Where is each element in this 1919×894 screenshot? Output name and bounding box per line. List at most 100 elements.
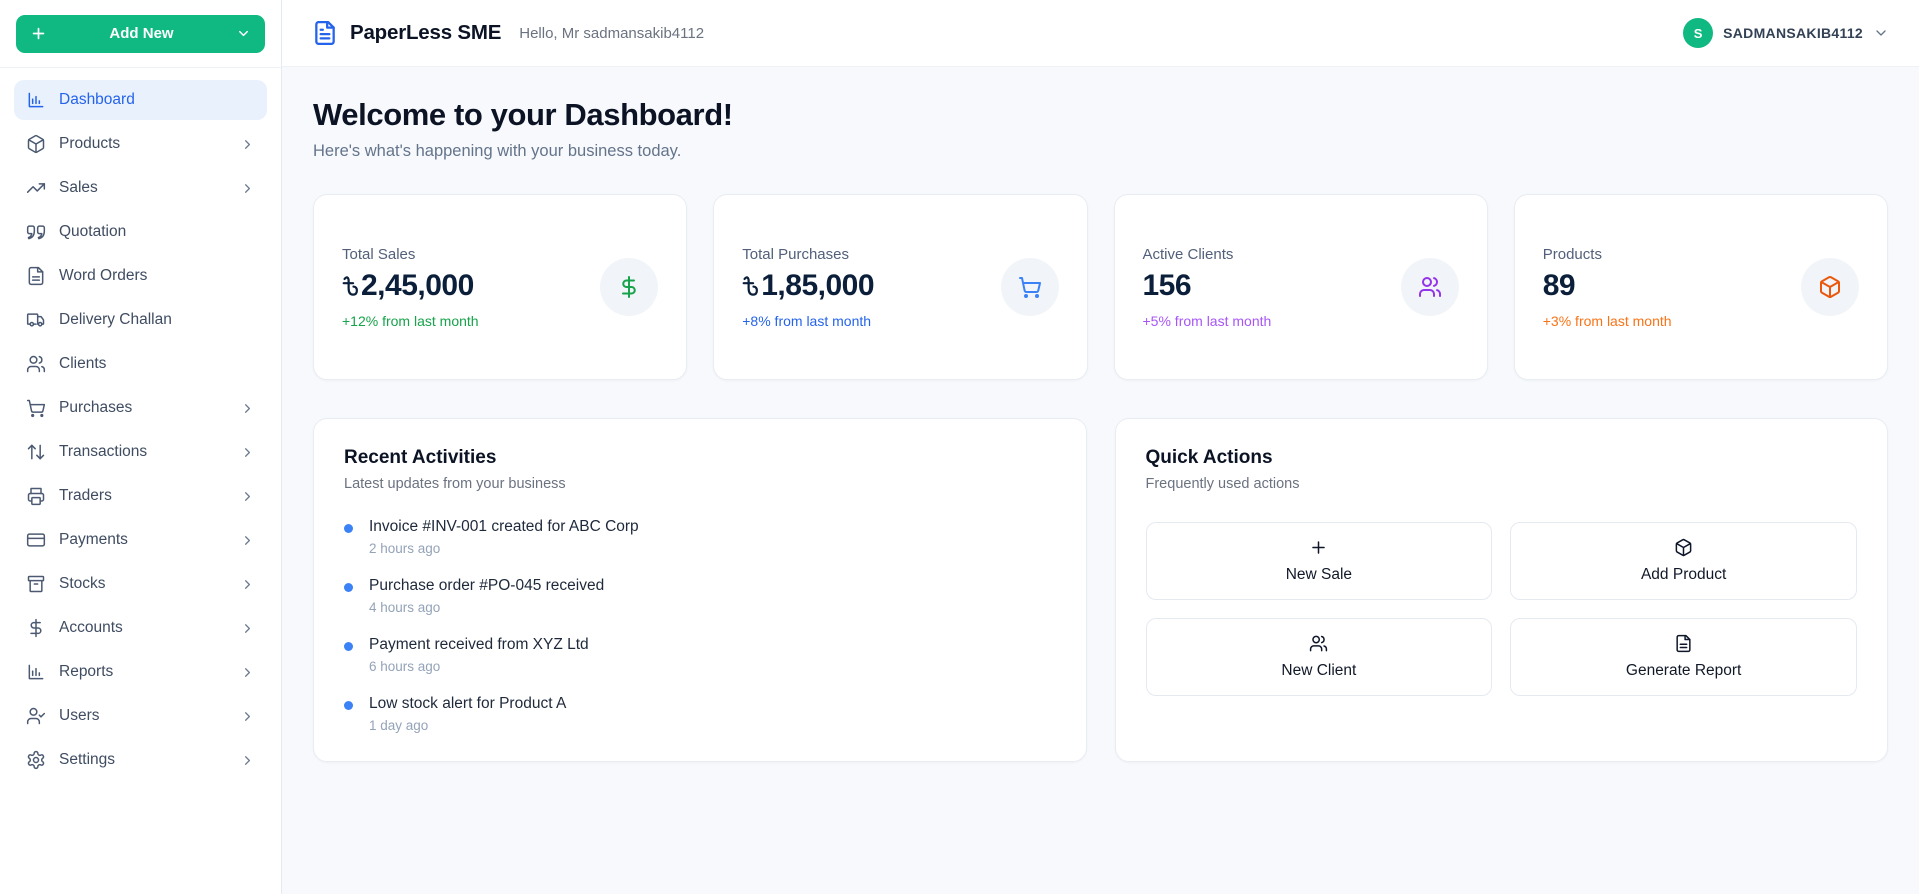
add-new-label: Add New — [47, 25, 236, 42]
quote-icon — [26, 222, 46, 242]
chevron-right-icon — [240, 577, 255, 592]
quick-actions-panel: Quick Actions Frequently used actions Ne… — [1115, 418, 1889, 762]
add-new-button[interactable]: Add New — [16, 15, 265, 53]
cart-icon — [26, 398, 46, 418]
chevron-right-icon — [240, 489, 255, 504]
greeting-text: Hello, Mr sadmansakib4112 — [519, 25, 704, 42]
activity-list: Invoice #INV-001 created for ABC Corp 2 … — [344, 518, 1056, 733]
main-area: PaperLess SME Hello, Mr sadmansakib4112 … — [282, 0, 1919, 894]
package-icon — [1674, 538, 1693, 557]
sidebar-item-payments[interactable]: Payments — [14, 520, 267, 560]
sidebar-item-traders[interactable]: Traders — [14, 476, 267, 516]
sidebar-item-purchases[interactable]: Purchases — [14, 388, 267, 428]
stat-change: +8% from last month — [742, 313, 874, 329]
file-text-icon — [26, 266, 46, 286]
users-icon — [1309, 634, 1328, 653]
chevron-down-icon — [236, 26, 251, 41]
stat-card-total-sales: Total Sales 2,45,000 +12% from last mont… — [313, 194, 687, 380]
sidebar-item-label: Traders — [59, 487, 112, 505]
sidebar-item-label: Reports — [59, 663, 113, 681]
welcome-block: Welcome to your Dashboard! Here's what's… — [313, 97, 1888, 161]
sidebar: Add New Dashboard Products Sales Quotati… — [0, 0, 282, 894]
sidebar-item-settings[interactable]: Settings — [14, 740, 267, 780]
bar-chart-icon — [26, 662, 46, 682]
sidebar-item-dashboard[interactable]: Dashboard — [14, 80, 267, 120]
stat-value: 156 — [1143, 269, 1272, 303]
list-item: Purchase order #PO-045 received 4 hours … — [344, 577, 1056, 615]
sidebar-item-accounts[interactable]: Accounts — [14, 608, 267, 648]
new-client-button[interactable]: New Client — [1146, 618, 1493, 696]
panel-title: Quick Actions — [1146, 447, 1858, 469]
recent-activities-panel: Recent Activities Latest updates from yo… — [313, 418, 1087, 762]
chevron-right-icon — [240, 181, 255, 196]
stat-label: Total Purchases — [742, 246, 874, 263]
user-name: SADMANSAKIB4112 — [1723, 25, 1863, 41]
taka-currency-icon — [742, 275, 759, 299]
new-sale-button[interactable]: New Sale — [1146, 522, 1493, 600]
sidebar-item-word-orders[interactable]: Word Orders — [14, 256, 267, 296]
activity-dot — [344, 642, 353, 651]
sidebar-item-label: Accounts — [59, 619, 123, 637]
cart-icon — [1001, 258, 1059, 316]
chevron-right-icon — [240, 137, 255, 152]
activity-text: Invoice #INV-001 created for ABC Corp — [369, 518, 639, 536]
chevron-right-icon — [240, 709, 255, 724]
list-item: Invoice #INV-001 created for ABC Corp 2 … — [344, 518, 1056, 556]
plus-icon — [30, 25, 47, 42]
sidebar-item-label: Dashboard — [59, 91, 135, 109]
user-check-icon — [26, 706, 46, 726]
list-item: Low stock alert for Product A 1 day ago — [344, 695, 1056, 733]
sidebar-header: Add New — [0, 0, 281, 67]
chevron-down-icon — [1873, 25, 1889, 41]
sidebar-item-delivery-challan[interactable]: Delivery Challan — [14, 300, 267, 340]
users-icon — [26, 354, 46, 374]
quick-actions-grid: New Sale Add Product New Client Generate… — [1146, 522, 1858, 696]
app-title: PaperLess SME — [350, 21, 501, 45]
chevron-right-icon — [240, 665, 255, 680]
user-menu[interactable]: S SADMANSAKIB4112 — [1683, 18, 1889, 48]
avatar: S — [1683, 18, 1713, 48]
stat-label: Total Sales — [342, 246, 479, 263]
sidebar-item-sales[interactable]: Sales — [14, 168, 267, 208]
package-icon — [26, 134, 46, 154]
dollar-icon — [600, 258, 658, 316]
credit-card-icon — [26, 530, 46, 550]
chevron-right-icon — [240, 621, 255, 636]
stat-value: 2,45,000 — [342, 269, 479, 303]
sidebar-item-label: Payments — [59, 531, 128, 549]
stat-change: +12% from last month — [342, 313, 479, 329]
activity-time: 4 hours ago — [369, 600, 604, 615]
plus-icon — [1309, 538, 1328, 557]
stat-change: +3% from last month — [1543, 313, 1672, 329]
sidebar-item-label: Delivery Challan — [59, 311, 172, 329]
activity-time: 6 hours ago — [369, 659, 589, 674]
panel-subtitle: Frequently used actions — [1146, 476, 1858, 492]
panel-subtitle: Latest updates from your business — [344, 476, 1056, 492]
stat-card-total-purchases: Total Purchases 1,85,000 +8% from last m… — [713, 194, 1087, 380]
stats-row: Total Sales 2,45,000 +12% from last mont… — [313, 194, 1888, 380]
stat-change: +5% from last month — [1143, 313, 1272, 329]
chevron-right-icon — [240, 401, 255, 416]
sidebar-item-transactions[interactable]: Transactions — [14, 432, 267, 472]
dashboard-content: Welcome to your Dashboard! Here's what's… — [282, 67, 1919, 792]
sidebar-item-users[interactable]: Users — [14, 696, 267, 736]
sidebar-item-label: Sales — [59, 179, 98, 197]
page-subtitle: Here's what's happening with your busine… — [313, 142, 1888, 161]
sidebar-item-stocks[interactable]: Stocks — [14, 564, 267, 604]
add-product-button[interactable]: Add Product — [1510, 522, 1857, 600]
top-header: PaperLess SME Hello, Mr sadmansakib4112 … — [282, 0, 1919, 67]
stat-value: 1,85,000 — [742, 269, 874, 303]
users-icon — [1401, 258, 1459, 316]
sidebar-item-label: Products — [59, 135, 120, 153]
sidebar-item-clients[interactable]: Clients — [14, 344, 267, 384]
sidebar-item-reports[interactable]: Reports — [14, 652, 267, 692]
stat-value: 89 — [1543, 269, 1672, 303]
activity-time: 2 hours ago — [369, 541, 639, 556]
sidebar-item-products[interactable]: Products — [14, 124, 267, 164]
list-item: Payment received from XYZ Ltd 6 hours ag… — [344, 636, 1056, 674]
sidebar-item-label: Settings — [59, 751, 115, 769]
gear-icon — [26, 750, 46, 770]
generate-report-button[interactable]: Generate Report — [1510, 618, 1857, 696]
arrows-up-down-icon — [26, 442, 46, 462]
sidebar-item-quotation[interactable]: Quotation — [14, 212, 267, 252]
